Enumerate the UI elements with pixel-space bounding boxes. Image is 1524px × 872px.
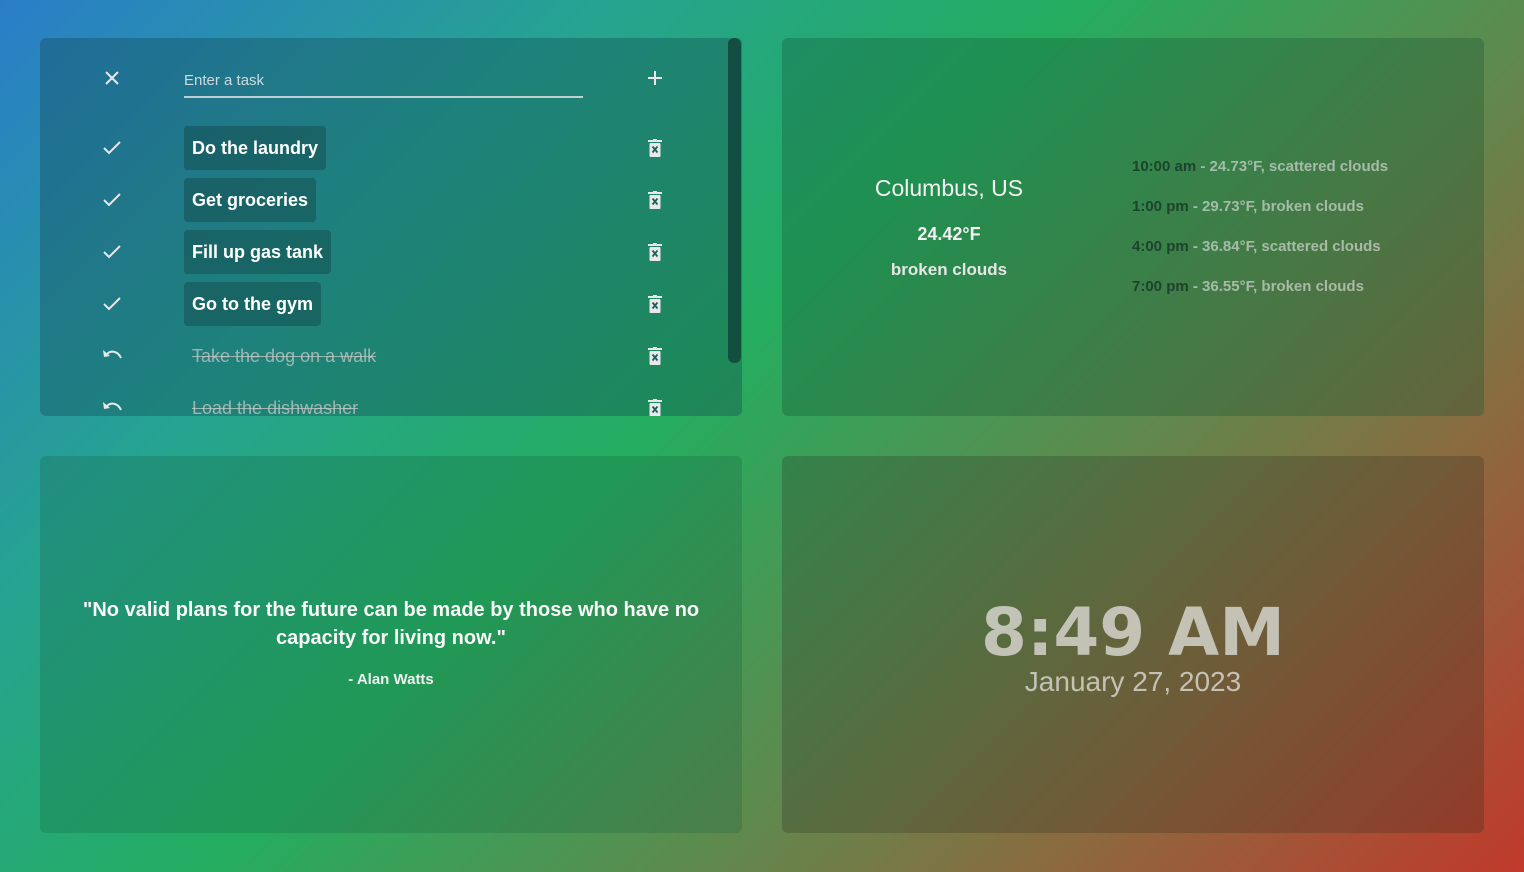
trash-icon	[648, 399, 662, 416]
delete-task-button[interactable]	[643, 344, 667, 368]
undo-task-button[interactable]	[98, 394, 126, 416]
task-row: Load the dishwasher	[40, 386, 720, 416]
close-icon	[105, 71, 119, 85]
task-label[interactable]: Load the dishwasher	[184, 386, 366, 417]
complete-task-button[interactable]	[98, 186, 126, 214]
check-icon	[103, 193, 121, 207]
quote-panel: "No valid plans for the future can be ma…	[40, 456, 742, 833]
task-row: Get groceries	[40, 178, 720, 222]
trash-icon	[648, 295, 662, 313]
undo-icon	[103, 402, 122, 411]
undo-task-button[interactable]	[98, 342, 126, 370]
clear-input-button[interactable]	[98, 64, 126, 92]
forecast-info: - 29.73°F, broken clouds	[1188, 198, 1364, 215]
trash-icon	[648, 139, 662, 157]
trash-icon	[648, 347, 662, 365]
forecast-time: 10:00 am	[1132, 158, 1197, 175]
clock-time: 8:49 AM	[981, 594, 1285, 671]
quote-author: - Alan Watts	[348, 671, 434, 688]
forecast-list: 10:00 am - 24.73°F, scattered clouds 1:0…	[1132, 158, 1388, 318]
weather-panel: Columbus, US 24.42°F broken clouds 10:00…	[782, 38, 1484, 416]
delete-task-button[interactable]	[643, 188, 667, 212]
complete-task-button[interactable]	[98, 290, 126, 318]
task-row: Fill up gas tank	[40, 230, 720, 274]
task-input[interactable]	[184, 64, 583, 98]
forecast-item: 4:00 pm - 36.84°F, scattered clouds	[1132, 238, 1388, 278]
forecast-info: - 24.73°F, scattered clouds	[1196, 158, 1389, 175]
delete-task-button[interactable]	[643, 240, 667, 264]
complete-task-button[interactable]	[98, 238, 126, 266]
check-icon	[103, 297, 121, 311]
task-row: Take the dog on a walk	[40, 334, 720, 378]
task-list-scrollbar[interactable]	[727, 38, 742, 416]
forecast-info: - 36.84°F, scattered clouds	[1188, 238, 1381, 255]
task-label[interactable]: Take the dog on a walk	[184, 334, 384, 378]
task-label[interactable]: Get groceries	[184, 178, 317, 222]
forecast-item: 10:00 am - 24.73°F, scattered clouds	[1132, 158, 1388, 198]
complete-task-button[interactable]	[98, 134, 126, 162]
scrollbar-thumb[interactable]	[728, 38, 741, 363]
forecast-time: 1:00 pm	[1132, 198, 1189, 215]
delete-task-button[interactable]	[643, 292, 667, 316]
plus-icon	[648, 71, 662, 85]
check-icon	[103, 141, 121, 155]
weather-city: Columbus, US	[874, 175, 1024, 201]
check-icon	[103, 245, 121, 259]
task-label[interactable]: Do the laundry	[184, 126, 327, 170]
forecast-time: 4:00 pm	[1132, 238, 1189, 255]
delete-task-button[interactable]	[643, 136, 667, 160]
task-label[interactable]: Go to the gym	[184, 282, 321, 326]
forecast-item: 7:00 pm - 36.55°F, broken clouds	[1132, 278, 1388, 318]
forecast-item: 1:00 pm - 29.73°F, broken clouds	[1132, 198, 1388, 238]
delete-task-button[interactable]	[643, 396, 667, 416]
trash-icon	[648, 243, 662, 261]
trash-icon	[648, 191, 662, 209]
weather-description: broken clouds	[890, 260, 1008, 279]
todo-panel: Do the laundry Get groceries Fill up gas t…	[40, 38, 742, 416]
clock-panel: 8:49 AM January 27, 2023	[782, 456, 1484, 833]
weather-temperature: 24.42°F	[917, 224, 981, 244]
forecast-info: - 36.55°F, broken clouds	[1188, 278, 1364, 295]
quote-text: "No valid plans for the future can be ma…	[82, 599, 700, 649]
task-row: Do the laundry	[40, 126, 720, 170]
undo-icon	[103, 350, 122, 359]
task-label[interactable]: Fill up gas tank	[184, 230, 332, 274]
forecast-time: 7:00 pm	[1132, 278, 1189, 295]
clock-date: January 27, 2023	[1024, 666, 1242, 697]
add-task-button[interactable]	[641, 64, 669, 92]
task-row: Go to the gym	[40, 282, 720, 326]
